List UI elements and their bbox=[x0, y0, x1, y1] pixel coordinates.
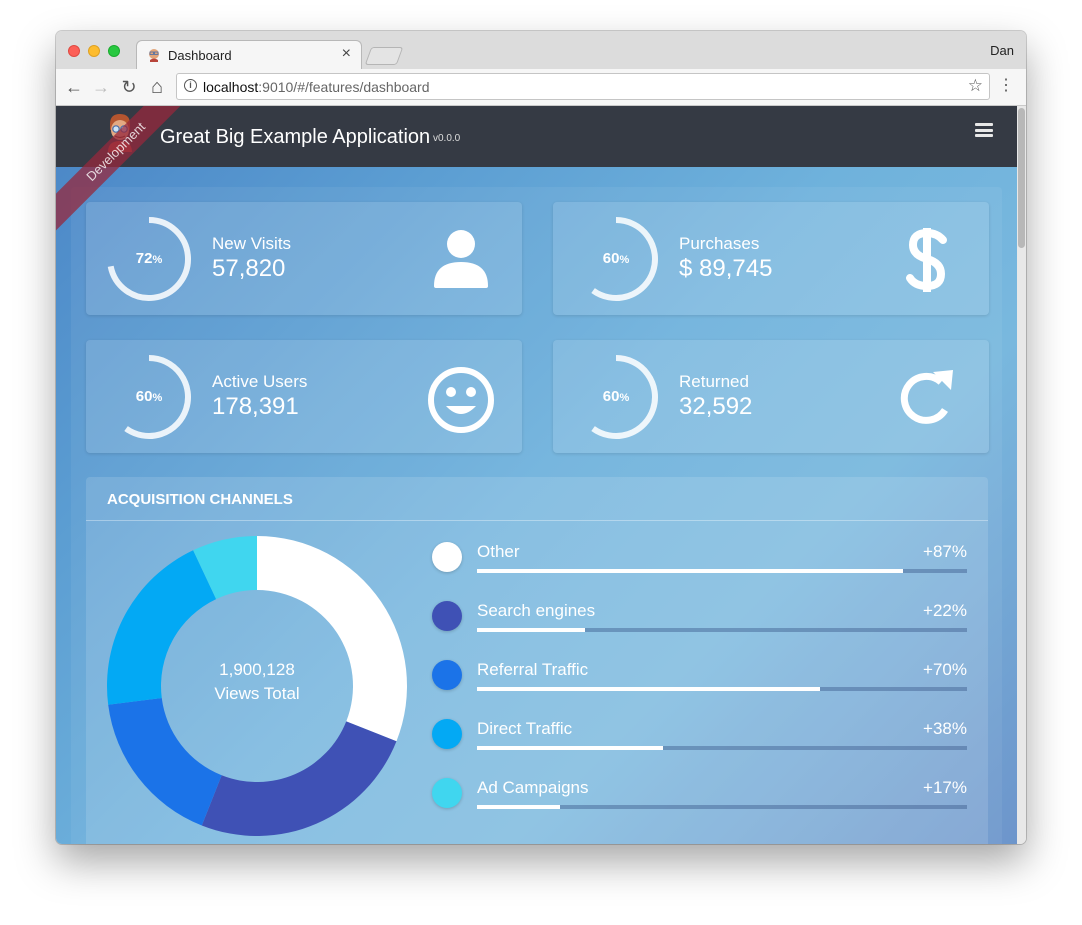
stat-percent: 60% bbox=[602, 388, 630, 405]
channel-progress-track bbox=[477, 569, 967, 573]
channel-percent: +17% bbox=[923, 778, 967, 797]
donut-slice-search-engines bbox=[201, 721, 397, 836]
forward-icon[interactable]: → bbox=[89, 75, 113, 99]
donut-slice-other bbox=[257, 536, 407, 742]
channel-row: Direct Traffic +38% bbox=[432, 718, 967, 758]
stat-card-returned: 60% Returned 32,592 bbox=[553, 340, 989, 453]
stat-card-active-users: 60% Active Users 178,391 bbox=[86, 340, 522, 453]
bookmark-star-icon[interactable]: ☆ bbox=[968, 76, 983, 96]
channel-percent: +70% bbox=[923, 660, 967, 679]
stat-value: $ 89,745 bbox=[679, 255, 773, 282]
scrollbar-thumb[interactable] bbox=[1018, 108, 1025, 248]
tab-close-icon[interactable]: × bbox=[342, 46, 351, 62]
channel-dot bbox=[432, 660, 462, 690]
channel-row: Referral Traffic +70% bbox=[432, 659, 967, 699]
channel-progress-track bbox=[477, 746, 967, 750]
home-icon[interactable]: ⌂ bbox=[145, 75, 169, 99]
url-text[interactable]: localhost:9010/#/features/dashboard bbox=[203, 79, 430, 95]
divider bbox=[86, 520, 988, 521]
browser-window: Dashboard × Dan ← → ↻ ⌂ i localhost:9010… bbox=[56, 31, 1026, 844]
channel-percent: +38% bbox=[923, 719, 967, 738]
donut-slice-referral-traffic bbox=[108, 698, 222, 826]
page-viewport: Great Big Example Application v0.0.0 72%… bbox=[56, 106, 1017, 844]
url-path: :9010/#/features/dashboard bbox=[258, 79, 430, 95]
channel-name: Ad Campaigns bbox=[477, 778, 589, 797]
channel-progress-track bbox=[477, 687, 967, 691]
channel-progress-fill bbox=[477, 628, 585, 632]
app-title[interactable]: Great Big Example Application bbox=[160, 126, 430, 149]
acquisition-channels-card: ACQUISITION CHANNELS 1,900,128 Views Tot… bbox=[86, 477, 988, 844]
channel-dot bbox=[432, 542, 462, 572]
dollar-icon bbox=[906, 228, 947, 292]
hamburger-menu-icon[interactable] bbox=[975, 123, 993, 137]
stat-label: New Visits bbox=[212, 234, 292, 253]
channel-row: Ad Campaigns +17% bbox=[432, 777, 967, 817]
stat-card-new-visits: 72% New Visits 57,820 bbox=[86, 202, 522, 315]
channel-progress-fill bbox=[477, 687, 820, 691]
app-header: Great Big Example Application v0.0.0 bbox=[56, 106, 1017, 167]
reload-icon[interactable]: ↻ bbox=[117, 75, 141, 99]
maximize-window-button[interactable] bbox=[108, 45, 120, 57]
smiley-icon bbox=[428, 367, 494, 433]
acquisition-title: ACQUISITION CHANNELS bbox=[107, 491, 293, 508]
channel-progress-fill bbox=[477, 805, 561, 809]
browser-toolbar: ← → ↻ ⌂ i localhost:9010/#/features/dash… bbox=[56, 69, 1026, 106]
channel-name: Other bbox=[477, 542, 520, 561]
channel-name: Search engines bbox=[477, 601, 596, 620]
stat-card-purchases: 60% Purchases $ 89,745 bbox=[553, 202, 989, 315]
stat-label: Purchases bbox=[679, 234, 760, 253]
user-icon bbox=[434, 230, 488, 288]
app-version: v0.0.0 bbox=[433, 133, 461, 144]
stat-value: 32,592 bbox=[679, 393, 753, 420]
url-host: localhost bbox=[203, 79, 259, 95]
info-icon[interactable]: i bbox=[184, 79, 197, 92]
profile-name[interactable]: Dan bbox=[990, 43, 1014, 58]
stat-label: Active Users bbox=[212, 372, 308, 391]
refresh-icon bbox=[900, 370, 953, 424]
stat-value: 178,391 bbox=[212, 393, 299, 420]
views-total-value: 1,900,128 bbox=[219, 660, 295, 679]
browser-menu-icon[interactable]: ⋮ bbox=[998, 77, 1014, 95]
channel-progress-fill bbox=[477, 746, 664, 750]
channel-row: Search engines +22% bbox=[432, 600, 967, 640]
favicon-icon bbox=[149, 49, 159, 62]
channel-progress-fill bbox=[477, 569, 904, 573]
channel-dot bbox=[432, 778, 462, 808]
channel-percent: +22% bbox=[923, 601, 967, 620]
channel-progress-track bbox=[477, 805, 967, 809]
stat-percent: 60% bbox=[135, 388, 163, 405]
close-window-button[interactable] bbox=[68, 45, 80, 57]
channel-percent: +87% bbox=[923, 542, 967, 561]
stat-label: Returned bbox=[679, 372, 749, 391]
stat-value: 57,820 bbox=[212, 255, 286, 282]
channel-name: Referral Traffic bbox=[477, 660, 589, 679]
views-total-label: Views Total bbox=[214, 684, 300, 703]
stat-percent: 60% bbox=[602, 250, 630, 267]
new-tab-button[interactable] bbox=[364, 47, 404, 65]
stat-percent: 72% bbox=[135, 250, 163, 267]
channel-row: Other +87% bbox=[432, 541, 967, 581]
browser-tab[interactable]: Dashboard × bbox=[136, 40, 362, 69]
donut-center-label: 1,900,128 Views Total bbox=[106, 658, 408, 706]
minimize-window-button[interactable] bbox=[88, 45, 100, 57]
channel-name: Direct Traffic bbox=[477, 719, 573, 738]
channel-dot bbox=[432, 719, 462, 749]
channel-progress-track bbox=[477, 628, 967, 632]
tab-strip: Dashboard × Dan bbox=[56, 31, 1026, 69]
channel-dot bbox=[432, 601, 462, 631]
back-icon[interactable]: ← bbox=[62, 75, 86, 99]
address-bar[interactable]: i localhost:9010/#/features/dashboard ☆ bbox=[176, 73, 990, 100]
tab-title: Dashboard bbox=[168, 48, 232, 63]
